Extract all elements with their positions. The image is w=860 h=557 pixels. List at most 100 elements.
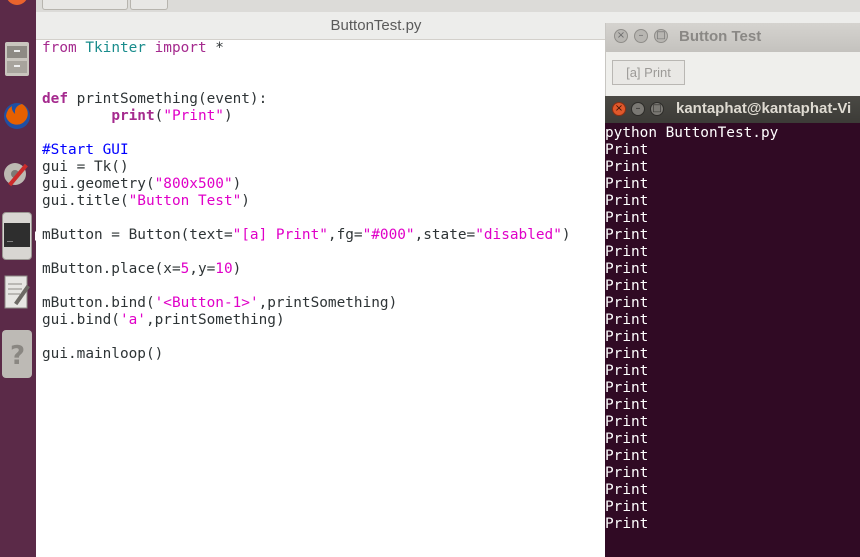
terminal-output[interactable]: python ButtonTest.py Print Print Print Print… — [605, 125, 858, 533]
terminal-titlebar[interactable]: × – □ kantaphat@kantaphat-Vi — [605, 96, 860, 123]
code-token: 10 — [215, 261, 233, 277]
code-line[interactable] — [42, 244, 571, 261]
terminal-title: kantaphat@kantaphat-Vi — [676, 100, 852, 117]
terminal-line: Print — [605, 227, 649, 243]
code-token: ( — [154, 108, 164, 124]
tk-titlebar[interactable]: × – □ Button Test — [606, 23, 860, 52]
code-line[interactable]: gui.geometry("800x500") — [42, 176, 571, 193]
code-token: "[a] Print" — [232, 227, 328, 243]
terminal-line: Print — [605, 312, 649, 328]
code-token: #Start GUI — [42, 142, 129, 158]
text-editor-icon[interactable] — [2, 270, 32, 318]
code-token: Tkinter — [85, 40, 146, 56]
minimize-icon[interactable]: – — [631, 102, 645, 116]
code-line[interactable]: #Start GUI — [42, 142, 571, 159]
editor-toolbar — [36, 0, 860, 12]
code-line[interactable] — [42, 57, 571, 74]
code-line[interactable] — [42, 329, 571, 346]
code-token: ) — [223, 108, 233, 124]
dash-home-icon[interactable] — [2, 0, 32, 26]
maximize-icon[interactable]: □ — [650, 102, 664, 116]
terminal-line: Print — [605, 431, 649, 447]
code-token: mButton.place(x= — [42, 261, 181, 277]
minimize-icon[interactable]: – — [634, 29, 648, 43]
code-token: ,fg= — [327, 227, 363, 243]
code-line[interactable]: gui.bind('a',printSomething) — [42, 312, 571, 329]
terminal-line: Print — [605, 397, 649, 413]
code-token: print — [111, 108, 155, 124]
help-icon[interactable]: ? — [2, 330, 32, 378]
code-token: gui.geometry( — [42, 176, 155, 192]
code-line[interactable] — [42, 74, 571, 91]
code-token: gui.title( — [42, 193, 129, 209]
code-line[interactable]: def printSomething(event): — [42, 91, 571, 108]
terminal-line: Print — [605, 210, 649, 226]
code-token: import — [145, 40, 216, 56]
terminal-line: Print — [605, 329, 649, 345]
terminal-line: Print — [605, 346, 649, 362]
close-icon[interactable]: × — [612, 102, 626, 116]
terminal-line: python ButtonTest.py — [605, 125, 779, 141]
code-line[interactable] — [42, 210, 571, 227]
code-line[interactable]: gui.title("Button Test") — [42, 193, 571, 210]
svg-text:_: _ — [7, 231, 14, 242]
terminal-line: Print — [605, 499, 649, 515]
firefox-icon[interactable] — [2, 94, 32, 142]
maximize-icon[interactable]: □ — [654, 29, 668, 43]
code-token: printSomething(event): — [76, 91, 268, 107]
code-token: '<Button-1>' — [154, 295, 259, 311]
code-token: ) — [232, 176, 242, 192]
terminal-line: Print — [605, 142, 649, 158]
terminal-line: Print — [605, 363, 649, 379]
code-token: from — [42, 40, 86, 56]
svg-text:?: ? — [10, 341, 25, 371]
code-token: mButton.bind( — [42, 295, 155, 311]
code-token: ) — [561, 227, 571, 243]
code-token: def — [42, 91, 77, 107]
terminal-line: Print — [605, 516, 649, 532]
code-line[interactable]: mButton.bind('<Button-1>',printSomething… — [42, 295, 571, 312]
code-token: "#000" — [362, 227, 415, 243]
toolbar-button[interactable] — [42, 0, 128, 10]
terminal-line: Print — [605, 261, 649, 277]
code-line[interactable]: mButton = Button(text="[a] Print",fg="#0… — [42, 227, 571, 244]
terminal-line: Print — [605, 193, 649, 209]
terminal-line: Print — [605, 448, 649, 464]
code-token: ,y= — [189, 261, 216, 277]
unity-launcher: _ ? — [0, 0, 40, 557]
editor-tab-title[interactable]: ButtonTest.py — [296, 17, 456, 34]
code-line[interactable]: from Tkinter import * — [42, 40, 571, 57]
close-icon[interactable]: × — [614, 29, 628, 43]
code-token: 5 — [180, 261, 190, 277]
settings-icon[interactable] — [2, 152, 32, 200]
code-token: ) — [232, 261, 242, 277]
terminal-line: Print — [605, 465, 649, 481]
terminal-line: Print — [605, 278, 649, 294]
print-button[interactable]: [a] Print — [612, 60, 685, 85]
toolbar-button[interactable] — [130, 0, 168, 10]
code-line[interactable]: gui = Tk() — [42, 159, 571, 176]
terminal-icon[interactable]: _ — [2, 212, 32, 260]
code-line[interactable] — [42, 125, 571, 142]
code-token: 'a' — [119, 312, 146, 328]
code-token: gui.bind( — [42, 312, 120, 328]
terminal-window: × – □ kantaphat@kantaphat-Vi python Butt… — [605, 96, 860, 557]
code-token: ,printSomething) — [145, 312, 285, 328]
files-icon[interactable] — [2, 36, 32, 84]
code-line[interactable]: print("Print") — [42, 108, 571, 125]
code-token: gui = Tk() — [42, 159, 129, 175]
code-token: "Print" — [163, 108, 224, 124]
code-editor[interactable]: from Tkinter import * def printSomething(… — [42, 40, 571, 363]
code-token: "Button Test" — [128, 193, 242, 209]
code-line[interactable]: mButton.place(x=5,y=10) — [42, 261, 571, 278]
code-token: * — [215, 40, 224, 56]
code-token: gui.mainloop() — [42, 346, 164, 362]
terminal-line: Print — [605, 482, 649, 498]
terminal-line: Print — [605, 414, 649, 430]
code-token: ,state= — [414, 227, 476, 243]
code-token: "disabled" — [475, 227, 562, 243]
code-line[interactable] — [42, 278, 571, 295]
code-line[interactable]: gui.mainloop() — [42, 346, 571, 363]
terminal-line: Print — [605, 295, 649, 311]
